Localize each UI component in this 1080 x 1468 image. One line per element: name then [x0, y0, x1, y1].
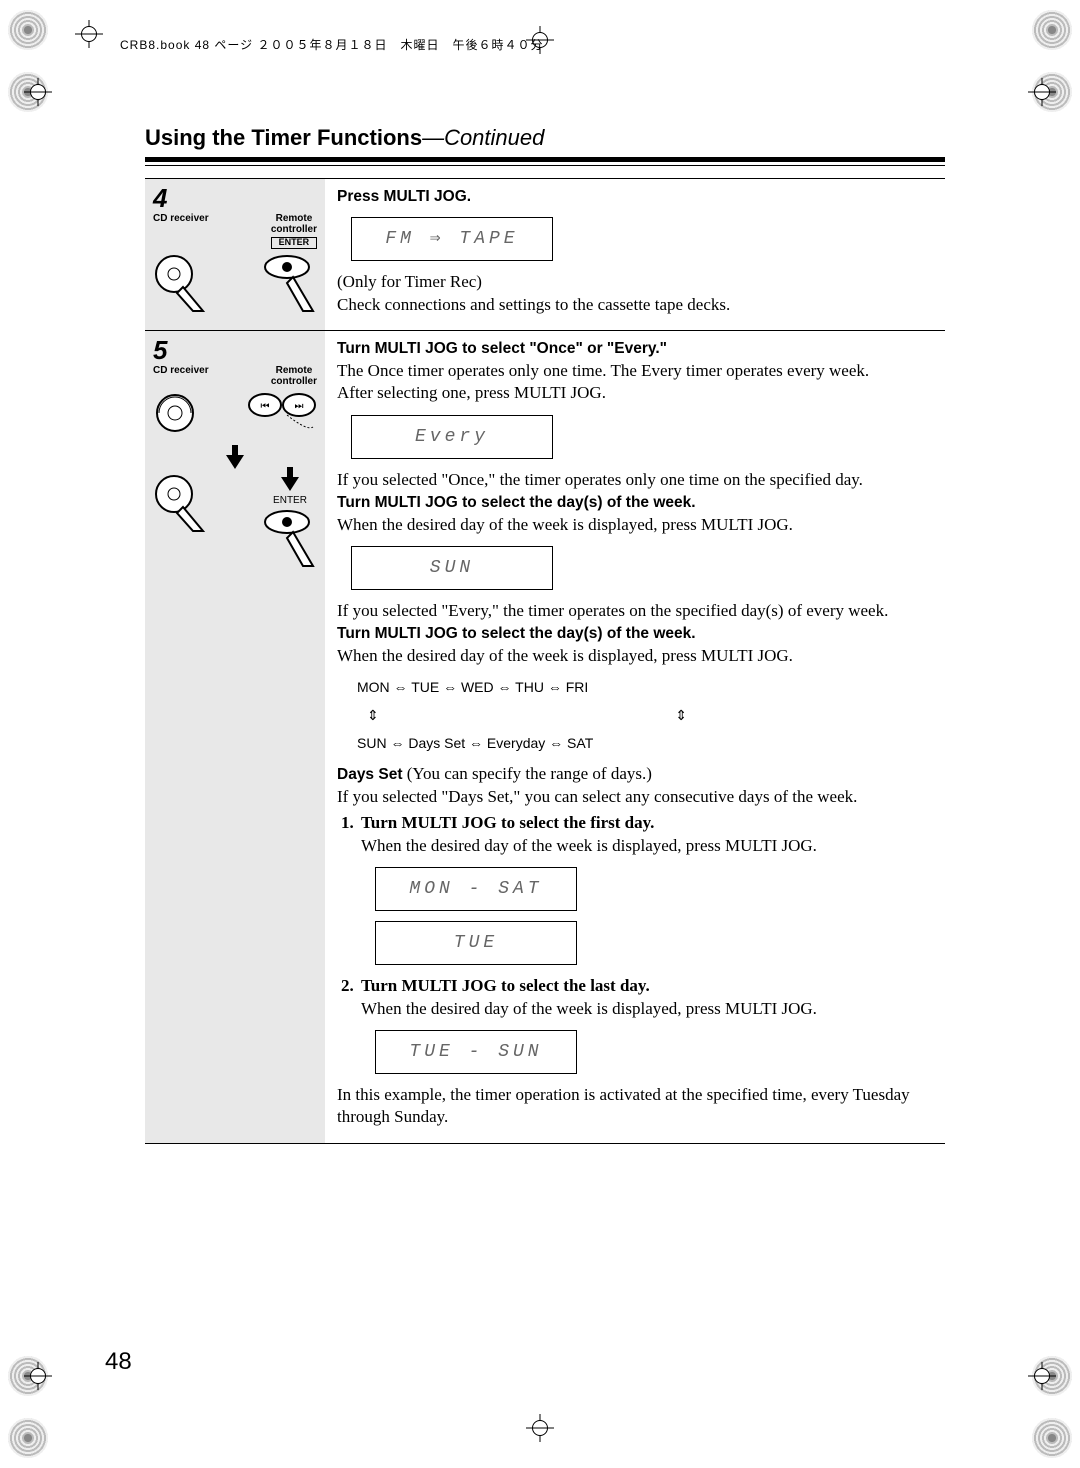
register-mark-icon [1032, 10, 1072, 50]
list-item: 2. Turn MULTI JOG to select the last day… [341, 975, 945, 1084]
step-4-row: 4 CD receiver Remote controller ENTER [145, 178, 945, 330]
step-5-p1: The Once timer operates only one time. T… [337, 360, 945, 382]
lcd-tue-sun: TUE - SUN [375, 1030, 577, 1074]
register-mark-icon [1032, 1418, 1072, 1458]
step-5-p3: If you selected "Once," the timer operat… [337, 469, 945, 491]
step-5-controls: 5 CD receiver Remote controller ⏮ [145, 331, 325, 1143]
step-4-body: Press MULTI JOG. FM ⇒ TAPE (Only for Tim… [325, 179, 945, 330]
step-5-tail: In this example, the timer operation is … [337, 1084, 945, 1129]
heading-continued: —Continued [422, 125, 544, 150]
svg-text:⏭: ⏭ [295, 401, 304, 412]
lcd-sun: SUN [351, 546, 553, 590]
day-sequence: MON ⇔ TUE ⇔ WED ⇔ THU ⇔ FRI ⇕ ⇕ SUN ⇔ Da… [357, 673, 945, 757]
register-mark-icon [8, 1418, 48, 1458]
step-5-heading: Turn MULTI JOG to select "Once" or "Ever… [337, 340, 667, 357]
page-number: 48 [105, 1348, 132, 1376]
steps-table: 4 CD receiver Remote controller ENTER [145, 178, 945, 1144]
remote-hand-icon [263, 253, 317, 313]
days-set-rest: (You can specify the range of days.) [402, 764, 651, 783]
step-number: 5 [153, 337, 317, 363]
li1-heading: Turn MULTI JOG to select the first day. [361, 813, 654, 832]
list-number: 1. [341, 812, 361, 975]
step-5-p2: After selecting one, press MULTI JOG. [337, 382, 945, 404]
step-5-p4: When the desired day of the week is disp… [337, 514, 945, 536]
arrow-down-icon [226, 455, 244, 469]
step-4-note1: (Only for Timer Rec) [337, 271, 945, 293]
print-metadata: CRB8.book 48 ページ ２００５年８月１８日 木曜日 午後６時４０分 [120, 36, 543, 53]
step-4-controls: 4 CD receiver Remote controller ENTER [145, 179, 325, 330]
step-4-heading: Press MULTI JOG. [337, 188, 471, 205]
day-seq-bot: SUN ⇔ Days Set ⇔ Everyday ⇔ SAT [357, 729, 945, 757]
remote-hand-icon [263, 508, 317, 568]
svg-text:⏮: ⏮ [261, 401, 270, 412]
lcd-fm-tape: FM ⇒ TAPE [351, 217, 553, 261]
multijog-knob-icon [153, 253, 207, 313]
crosshair-icon [1028, 1362, 1056, 1390]
crosshair-icon [24, 1362, 52, 1390]
updown-arrow-icon: ⇕ [675, 701, 687, 729]
list-number: 2. [341, 975, 361, 1084]
list-item: 1. Turn MULTI JOG to select the first da… [341, 812, 945, 975]
remote-controller-label: Remote controller [271, 213, 317, 235]
step-5-h3: Turn MULTI JOG to select the day(s) of t… [337, 625, 696, 642]
register-mark-icon [8, 10, 48, 50]
enter-key-label: ENTER [273, 495, 307, 506]
lcd-every: Every [351, 415, 553, 459]
heading-rule [145, 157, 945, 166]
step-5-p7: If you selected "Days Set," you can sele… [337, 786, 945, 808]
heading-title: Using the Timer Functions [145, 125, 422, 150]
li1-text: When the desired day of the week is disp… [361, 836, 817, 855]
li2-heading: Turn MULTI JOG to select the last day. [361, 976, 650, 995]
step-5-h2: Turn MULTI JOG to select the day(s) of t… [337, 494, 696, 511]
cd-receiver-label: CD receiver [153, 213, 209, 249]
arrow-down-icon [281, 477, 299, 491]
crosshair-icon [526, 1414, 554, 1442]
enter-key-label: ENTER [271, 237, 317, 249]
step-number: 4 [153, 185, 317, 211]
section-heading: Using the Timer Functions—Continued [145, 125, 945, 151]
remote-controller-label: Remote controller [271, 365, 317, 387]
day-seq-top: MON ⇔ TUE ⇔ WED ⇔ THU ⇔ FRI [357, 673, 945, 701]
lcd-tue: TUE [375, 921, 577, 965]
remote-prev-next-icon: ⏮ ⏭ [247, 391, 317, 429]
updown-arrow-icon: ⇕ [367, 701, 379, 729]
multijog-turn-icon [153, 391, 207, 451]
multijog-knob-icon [153, 473, 207, 533]
lcd-mon-sat: MON - SAT [375, 867, 577, 911]
step-5-p6: When the desired day of the week is disp… [337, 645, 945, 667]
days-set-steps: 1. Turn MULTI JOG to select the first da… [341, 812, 945, 1084]
crosshair-icon [24, 78, 52, 106]
step-5-row: 5 CD receiver Remote controller ⏮ [145, 330, 945, 1143]
crosshair-icon [1028, 78, 1056, 106]
crosshair-icon [75, 20, 103, 48]
page-content: Using the Timer Functions—Continued 4 CD… [145, 125, 945, 1144]
cd-receiver-label: CD receiver [153, 365, 209, 387]
step-5-body: Turn MULTI JOG to select "Once" or "Ever… [325, 331, 945, 1143]
days-set-label: Days Set [337, 766, 402, 783]
step-4-note2: Check connections and settings to the ca… [337, 294, 945, 316]
step-5-p5: If you selected "Every," the timer opera… [337, 600, 945, 622]
li2-text: When the desired day of the week is disp… [361, 999, 817, 1018]
